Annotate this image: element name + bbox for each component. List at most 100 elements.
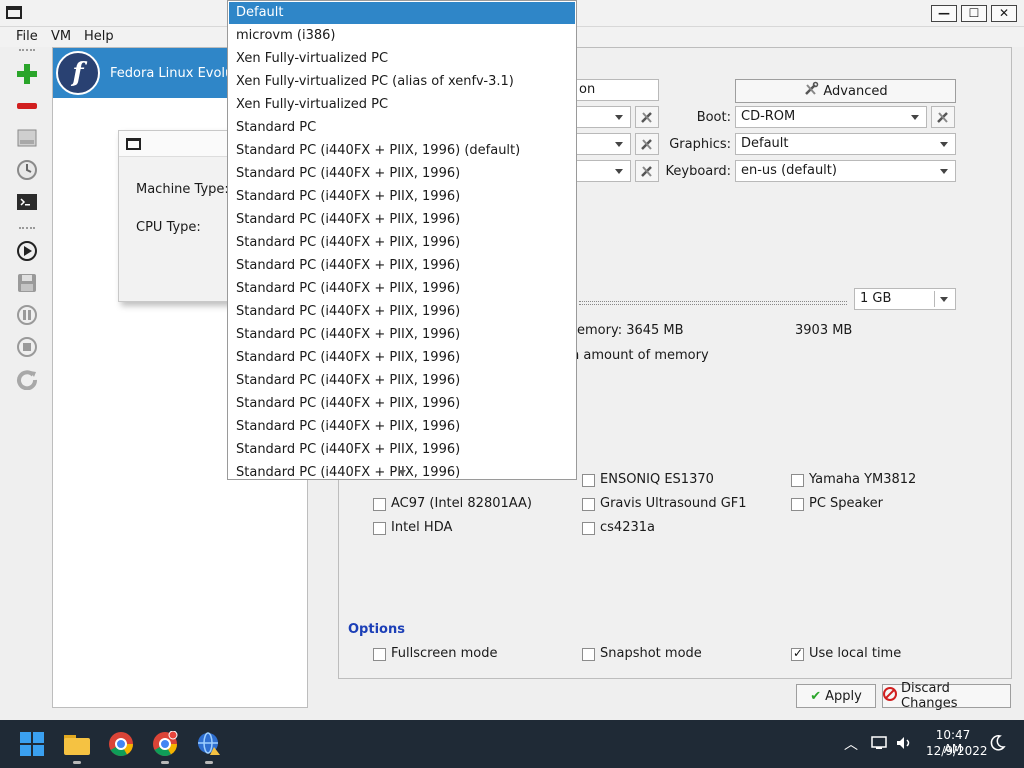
dropdown-option[interactable]: Standard PC (i440FX + PIIX, 1996) [229, 278, 575, 300]
sound-cs4231a-checkbox[interactable] [582, 522, 595, 535]
reset-icon[interactable] [16, 368, 38, 390]
volume-icon[interactable] [895, 735, 913, 754]
network-globe-icon[interactable] [193, 728, 225, 764]
row2-combo[interactable] [573, 106, 631, 128]
play-icon[interactable] [16, 240, 38, 262]
advanced-button[interactable]: Advanced [735, 79, 956, 103]
sound-ensoniq-checkbox[interactable] [582, 474, 595, 487]
boot-wrench-icon[interactable] [931, 106, 955, 128]
sound-yamaha-checkbox[interactable] [791, 474, 804, 487]
disk-icon[interactable] [16, 127, 38, 149]
dropdown-option[interactable]: Standard PC (i440FX + PIIX, 1996) [229, 163, 575, 185]
cpu-type-label: CPU Type: [136, 220, 201, 235]
vm-name-field-value: on [579, 82, 596, 97]
graphics-select[interactable]: Default [735, 133, 956, 155]
dropdown-option[interactable]: Standard PC (i440FX + PIIX, 1996) [229, 393, 575, 415]
dropdown-option[interactable]: Standard PC (i440FX + PIIX, 1996) [229, 347, 575, 369]
notifications-moon-icon[interactable] [988, 734, 1006, 755]
remove-vm-icon[interactable] [16, 95, 38, 117]
machine-type-dropdown[interactable]: Default microvm (i386) Xen Fully-virtualiz… [227, 0, 577, 480]
bottom-button-bar: ✔ Apply Discard Changes [0, 681, 1024, 716]
scroll-down-arrow-icon[interactable] [398, 470, 406, 475]
dropdown-option[interactable]: Standard PC (i440FX + PIIX, 1996) [229, 186, 575, 208]
dropdown-option[interactable]: Default [229, 2, 575, 24]
snapshot-checkbox[interactable] [582, 648, 595, 661]
sound-intel-hda-checkbox[interactable] [373, 522, 386, 535]
dropdown-option[interactable]: microvm (i386) [229, 25, 575, 47]
boot-select-value: CD-ROM [741, 109, 796, 124]
sound-gravis-checkbox[interactable] [582, 498, 595, 511]
dropdown-option[interactable]: Standard PC (i440FX + PIIX, 1996) [229, 255, 575, 277]
start-icon[interactable] [16, 728, 48, 760]
sound-ensoniq-label: ENSONIQ ES1370 [600, 472, 714, 487]
memory-available: emory: 3645 MB [577, 323, 684, 338]
pause-icon[interactable] [16, 304, 38, 326]
memory-slider[interactable] [579, 301, 847, 305]
keyboard-select-value: en-us (default) [741, 163, 837, 178]
taskbar: ︿ 10:47 AM 12/9/2022 [0, 720, 1024, 768]
apply-button[interactable]: ✔ Apply [796, 684, 876, 708]
dropdown-option[interactable]: Xen Fully-virtualized PC (alias of xenfv… [229, 71, 575, 93]
save-state-icon[interactable] [16, 272, 38, 294]
sound-ac97-label: AC97 (Intel 82801AA) [391, 496, 532, 511]
close-button[interactable]: ✕ [991, 5, 1017, 22]
clock-date[interactable]: 12/9/2022 [926, 744, 988, 758]
row4-combo[interactable] [573, 160, 631, 182]
dropdown-option[interactable]: Standard PC (i440FX + PIIX, 1996) [229, 232, 575, 254]
memory-max: 3903 MB [795, 323, 853, 338]
graphics-select-value: Default [741, 136, 789, 151]
dropdown-option[interactable]: Xen Fully-virtualized PC [229, 94, 575, 116]
machine-type-label: Machine Type: [136, 182, 229, 197]
add-vm-icon[interactable] [16, 63, 38, 85]
wrench-icon[interactable] [635, 133, 659, 155]
apply-button-label: Apply [825, 688, 862, 704]
dropdown-option[interactable]: Standard PC (i440FX + PIIX, 1996) (defau… [229, 140, 575, 162]
tray-chevron-up-icon[interactable]: ︿ [844, 734, 858, 754]
window-icon [6, 6, 22, 19]
dropdown-option[interactable]: Standard PC (i440FX + PIIX, 1996) [229, 301, 575, 323]
boot-label: Boot: [696, 110, 731, 125]
vm-name-field[interactable]: on [573, 79, 659, 101]
chrome-icon[interactable] [105, 728, 137, 760]
minimize-button[interactable]: — [931, 5, 957, 22]
chrome-profile-icon[interactable] [149, 728, 181, 764]
keyboard-select[interactable]: en-us (default) [735, 160, 956, 182]
stop-icon[interactable] [16, 336, 38, 358]
wrench-icon[interactable] [635, 106, 659, 128]
fullscreen-checkbox[interactable] [373, 648, 386, 661]
dropdown-option[interactable]: Standard PC [229, 117, 575, 139]
boot-select[interactable]: CD-ROM [735, 106, 927, 128]
dropdown-option[interactable]: Standard PC (i440FX + PIIX, 1996) [229, 416, 575, 438]
sound-pc-speaker-checkbox[interactable] [791, 498, 804, 511]
dropdown-option[interactable]: Standard PC (i440FX + PIIX, 1996) [229, 324, 575, 346]
clock-icon[interactable] [16, 159, 38, 181]
dialog-window-icon [126, 138, 141, 150]
discard-changes-button[interactable]: Discard Changes [882, 681, 1011, 711]
check-icon: ✔ [810, 688, 822, 704]
menu-vm[interactable]: VM [51, 29, 71, 44]
memory-select[interactable]: 1 GB [854, 288, 956, 310]
sound-ac97-checkbox[interactable] [373, 498, 386, 511]
dropdown-option[interactable]: Xen Fully-virtualized PC [229, 48, 575, 70]
toolbar-separator [19, 227, 35, 229]
menu-help[interactable]: Help [84, 29, 114, 44]
local-time-label: Use local time [809, 646, 902, 661]
sound-cs4231a-label: cs4231a [600, 520, 655, 535]
maximize-button[interactable]: ☐ [961, 5, 987, 22]
sound-pc-speaker-label: PC Speaker [809, 496, 883, 511]
wrench-icon[interactable] [635, 160, 659, 182]
dropdown-option[interactable]: Standard PC (i440FX + PIIX, 1996) [229, 209, 575, 231]
file-explorer-icon[interactable] [61, 728, 93, 764]
sound-gravis-label: Gravis Ultrasound GF1 [600, 496, 747, 511]
menu-file[interactable]: File [16, 29, 38, 44]
dropdown-option[interactable]: Standard PC (i440FX + PIIX, 1996) [229, 439, 575, 461]
local-time-checkbox[interactable] [791, 646, 804, 661]
dropdown-option[interactable]: Standard PC (i440FX + PIIX, 1996) [229, 370, 575, 392]
memory-note: n amount of memory [571, 348, 709, 363]
network-icon[interactable] [871, 735, 887, 754]
discard-button-label: Discard Changes [901, 681, 958, 711]
toolbar-separator [19, 49, 35, 51]
vm-toolbar [6, 47, 46, 707]
row3-combo[interactable] [573, 133, 631, 155]
terminal-icon[interactable] [16, 191, 38, 213]
